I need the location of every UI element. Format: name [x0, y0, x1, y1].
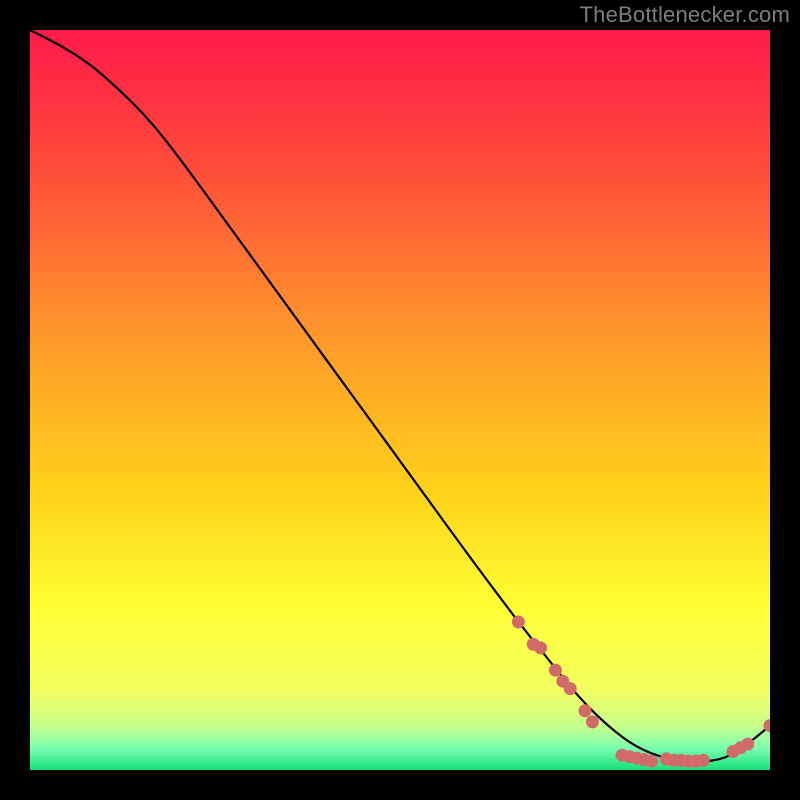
data-marker	[586, 715, 599, 728]
gradient-background	[30, 30, 770, 770]
data-marker	[741, 738, 754, 751]
data-marker	[564, 682, 577, 695]
chart-svg	[30, 30, 770, 770]
attribution-label: TheBottlenecker.com	[580, 2, 790, 28]
data-marker	[579, 704, 592, 717]
chart-frame: TheBottlenecker.com	[0, 0, 800, 800]
data-marker	[697, 754, 710, 767]
data-marker	[512, 616, 525, 629]
data-marker	[645, 755, 658, 768]
data-marker	[549, 664, 562, 677]
data-marker	[534, 641, 547, 654]
plot-area	[30, 30, 770, 770]
